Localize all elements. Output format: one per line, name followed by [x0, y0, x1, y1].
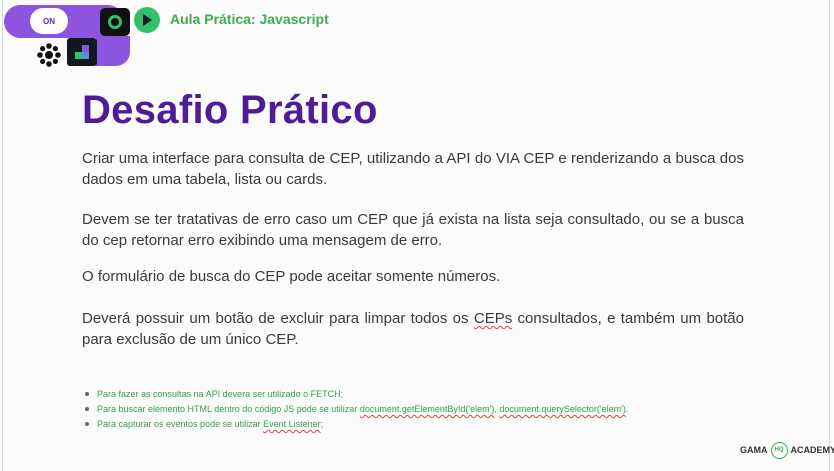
- hints-list: Para fazer as consultas na API devera se…: [82, 388, 642, 430]
- slide-left-edge: [2, 0, 3, 471]
- ring-icon: [100, 8, 130, 36]
- brand-text-left: GAMA: [740, 445, 768, 455]
- brand-logo-cluster: ON: [0, 0, 160, 70]
- slide-right-edge: [829, 0, 830, 471]
- text-segment: Para buscar elemento HTML dentro do códi…: [97, 404, 360, 414]
- brand-text-right: ACADEMY: [790, 445, 834, 455]
- hq-badge-icon: HQ: [770, 441, 788, 459]
- on-badge: ON: [30, 8, 68, 34]
- text-segment: ;: [320, 419, 324, 429]
- logo-decoration: [96, 36, 130, 66]
- hint-event-listener: Para capturar os eventos pode se utiliza…: [82, 418, 642, 430]
- text-segment: .: [625, 404, 629, 414]
- paragraph-numbers-only: O formulário de busca do CEP pode aceita…: [82, 268, 501, 285]
- text-segment: Para capturar os eventos pode se utiliza…: [97, 419, 264, 429]
- tile-icon: [67, 38, 97, 66]
- spellcheck-word: CEPs: [473, 310, 513, 327]
- hint-dom-selectors: Para buscar elemento HTML dentro do códi…: [82, 403, 642, 415]
- paragraph-error-handling: Devem se ter tratativas de erro caso um …: [82, 211, 744, 249]
- paragraph-interface: Criar uma interface para consulta de CEP…: [82, 150, 744, 188]
- gama-academy-logo: GAMA HQ ACADEMY: [740, 441, 834, 459]
- gear-icon: [36, 42, 62, 68]
- slide-title: Desafio Prático: [82, 88, 378, 132]
- code-reference: document.getElementById('elem'): [359, 404, 495, 414]
- hint-fetch: Para fazer as consultas na API devera se…: [82, 388, 642, 400]
- code-reference: document.querySelector('elem'): [499, 404, 626, 414]
- play-icon: [134, 7, 160, 33]
- presentation-slide: ON Aula Prática: Javascript Desafio Prát…: [0, 0, 834, 471]
- code-reference: Event Listener: [263, 419, 321, 429]
- course-title: Aula Prática: Javascript: [170, 11, 329, 27]
- text-segment: Deverá possuir um botão de excluir para …: [82, 310, 474, 327]
- paragraph-delete-buttons: Deverá possuir um botão de excluir para …: [82, 308, 744, 350]
